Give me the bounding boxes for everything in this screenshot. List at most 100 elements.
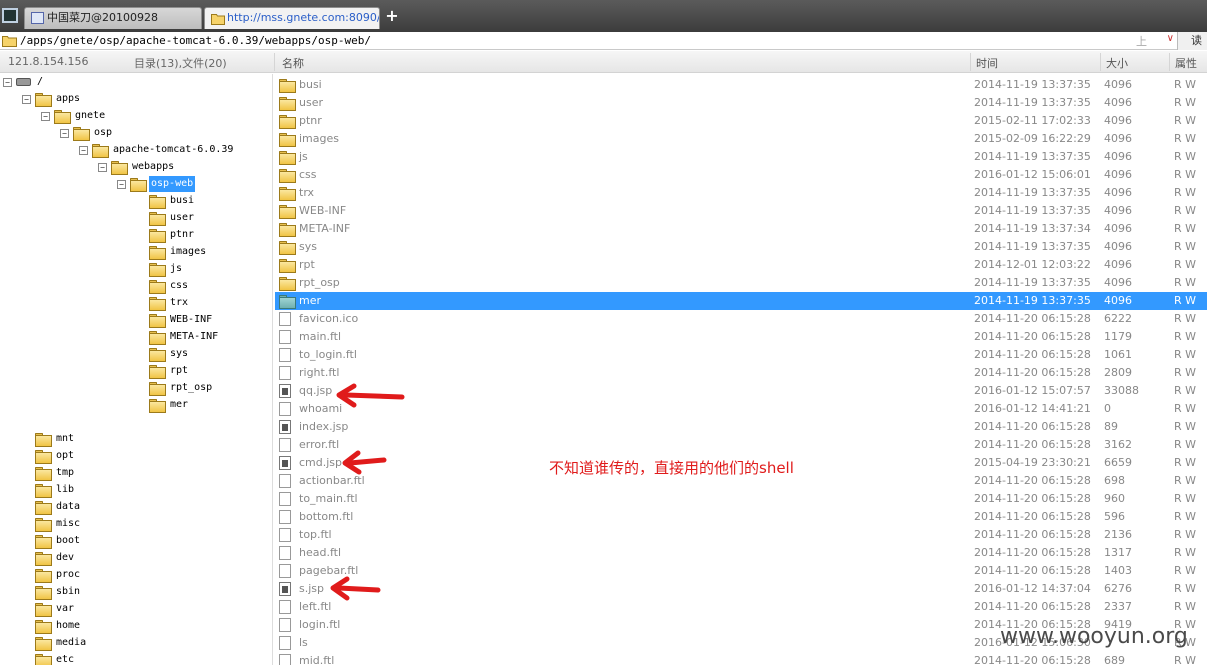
collapse-toggle-icon[interactable]: − <box>79 146 88 155</box>
tree-node-label[interactable]: osp <box>92 125 114 141</box>
column-divider[interactable] <box>970 53 971 71</box>
new-tab-button[interactable]: + <box>384 7 400 25</box>
tree-node-label[interactable]: WEB-INF <box>168 312 214 328</box>
file-time: 2014-11-19 13:37:35 <box>974 276 1091 289</box>
file-row[interactable]: head.ftl 2014-11-20 06:15:28 1317 R W <box>275 544 1207 562</box>
dropdown-button[interactable]: ∨ <box>1167 33 1174 44</box>
file-attributes: R W <box>1174 546 1197 559</box>
file-row[interactable]: busi 2014-11-19 13:37:35 4096 R W <box>275 76 1207 94</box>
watermark: www.wooyun.org <box>1000 624 1188 649</box>
read-button[interactable]: 读耳 <box>1177 32 1207 65</box>
file-row[interactable]: left.ftl 2014-11-20 06:15:28 2337 R W <box>275 598 1207 616</box>
tree-node-label[interactable]: busi <box>168 193 196 209</box>
column-divider[interactable] <box>1100 53 1101 71</box>
file-row[interactable]: top.ftl 2014-11-20 06:15:28 2136 R W <box>275 526 1207 544</box>
tree-node-label[interactable]: apps <box>54 91 82 107</box>
tree-node-label[interactable]: webapps <box>130 159 176 175</box>
file-row[interactable]: qq.jsp 2016-01-12 15:07:57 33088 R W <box>275 382 1207 400</box>
file-row[interactable]: user 2014-11-19 13:37:35 4096 R W <box>275 94 1207 112</box>
file-row[interactable]: trx 2014-11-19 13:37:35 4096 R W <box>275 184 1207 202</box>
file-row[interactable]: sys 2014-11-19 13:37:35 4096 R W <box>275 238 1207 256</box>
folder-icon <box>2 35 17 50</box>
tree-node-label[interactable]: / <box>35 74 45 90</box>
file-row[interactable]: js 2014-11-19 13:37:35 4096 R W <box>275 148 1207 166</box>
file-row[interactable]: rpt 2014-12-01 12:03:22 4096 R W <box>275 256 1207 274</box>
app-window-icon[interactable] <box>2 8 18 23</box>
tree-node-label[interactable]: proc <box>54 567 82 583</box>
file-row[interactable]: css 2016-01-12 15:06:01 4096 R W <box>275 166 1207 184</box>
file-icon <box>279 546 291 560</box>
file-row[interactable]: main.ftl 2014-11-20 06:15:28 1179 R W <box>275 328 1207 346</box>
file-row[interactable]: error.ftl 2014-11-20 06:15:28 3162 R W <box>275 436 1207 454</box>
tree-node-label[interactable]: opt <box>54 448 76 464</box>
file-row[interactable]: to_main.ftl 2014-11-20 06:15:28 960 R W <box>275 490 1207 508</box>
tree-node-label[interactable]: boot <box>54 533 82 549</box>
tree-node-label[interactable]: sys <box>168 346 190 362</box>
collapse-toggle-icon[interactable]: − <box>60 129 69 138</box>
file-row[interactable]: index.jsp 2014-11-20 06:15:28 89 R W <box>275 418 1207 436</box>
file-row[interactable]: bottom.ftl 2014-11-20 06:15:28 596 R W <box>275 508 1207 526</box>
file-row[interactable]: WEB-INF 2014-11-19 13:37:35 4096 R W <box>275 202 1207 220</box>
file-attributes: R W <box>1174 132 1197 145</box>
file-attributes: R W <box>1174 456 1197 469</box>
file-attributes: R W <box>1174 312 1197 325</box>
file-time: 2014-11-20 06:15:28 <box>974 564 1091 577</box>
tab-url[interactable]: http://mss.gnete.com:8090/c... <box>204 7 380 29</box>
file-row[interactable]: to_login.ftl 2014-11-20 06:15:28 1061 R W <box>275 346 1207 364</box>
collapse-toggle-icon[interactable]: − <box>98 163 107 172</box>
tree-node-label[interactable]: ptnr <box>168 227 196 243</box>
column-divider[interactable] <box>274 53 275 71</box>
file-row[interactable]: images 2015-02-09 16:22:29 4096 R W <box>275 130 1207 148</box>
path-input[interactable]: /apps/gnete/osp/apache-tomcat-6.0.39/web… <box>20 33 371 49</box>
collapse-toggle-icon[interactable]: − <box>3 78 12 87</box>
file-row[interactable]: pagebar.ftl 2014-11-20 06:15:28 1403 R W <box>275 562 1207 580</box>
column-header-time[interactable]: 时间 <box>976 55 998 71</box>
tree-node-label[interactable]: lib <box>54 482 76 498</box>
column-header-attributes[interactable]: 属性 <box>1175 55 1197 71</box>
file-time: 2014-11-20 06:15:28 <box>974 420 1091 433</box>
tree-node-label[interactable]: data <box>54 499 82 515</box>
tree-node-label[interactable]: home <box>54 618 82 634</box>
collapse-toggle-icon[interactable]: − <box>117 180 126 189</box>
file-row[interactable]: mid.ftl 2014-11-20 06:15:28 689 R W <box>275 652 1207 665</box>
tree-node-label[interactable]: var <box>54 601 76 617</box>
tree-node-label[interactable]: META-INF <box>168 329 220 345</box>
collapse-toggle-icon[interactable]: − <box>41 112 50 121</box>
column-divider[interactable] <box>1169 53 1170 71</box>
file-row[interactable]: s.jsp 2016-01-12 14:37:04 6276 R W <box>275 580 1207 598</box>
column-header-name[interactable]: 名称 <box>282 55 304 71</box>
tree-node-label[interactable]: user <box>168 210 196 226</box>
file-row[interactable]: mer 2014-11-19 13:37:35 4096 R W <box>275 292 1207 310</box>
tree-node-label[interactable]: trx <box>168 295 190 311</box>
tree-node-label[interactable]: rpt <box>168 363 190 379</box>
file-name: error.ftl <box>299 438 340 451</box>
tree-node-label[interactable]: misc <box>54 516 82 532</box>
tab-chopper[interactable]: 中国菜刀@20100928 <box>24 7 202 29</box>
file-list[interactable]: busi 2014-11-19 13:37:35 4096 R W user 2014-1… <box>275 74 1207 665</box>
tree-node-label[interactable]: gnete <box>73 108 107 124</box>
file-row[interactable]: right.ftl 2014-11-20 06:15:28 2809 R W <box>275 364 1207 382</box>
tree-node-label[interactable]: css <box>168 278 190 294</box>
tree-node-label[interactable]: sbin <box>54 584 82 600</box>
column-header-size[interactable]: 大小 <box>1106 55 1128 71</box>
tree-node-label[interactable]: mer <box>168 397 190 413</box>
file-time: 2015-02-11 17:02:33 <box>974 114 1091 127</box>
directory-tree[interactable]: − / − apps − gnete − osp − apache-tomcat-6.0.39− w… <box>0 74 273 665</box>
file-row[interactable]: favicon.ico 2014-11-20 06:15:28 6222 R W <box>275 310 1207 328</box>
tree-node-label[interactable]: osp-web <box>149 176 196 192</box>
file-row[interactable]: whoami 2016-01-12 14:41:21 0 R W <box>275 400 1207 418</box>
tree-node-label[interactable]: media <box>54 635 88 651</box>
tree-node-label[interactable]: tmp <box>54 465 76 481</box>
file-row[interactable]: META-INF 2014-11-19 13:37:34 4096 R W <box>275 220 1207 238</box>
file-row[interactable]: ptnr 2015-02-11 17:02:33 4096 R W <box>275 112 1207 130</box>
tree-node-label[interactable]: mnt <box>54 431 76 447</box>
collapse-toggle-icon[interactable]: − <box>22 95 31 104</box>
tree-node-label[interactable]: js <box>168 261 184 277</box>
tree-node-label[interactable]: images <box>168 244 208 260</box>
tree-node-label[interactable]: rpt_osp <box>168 380 214 396</box>
tree-node-label[interactable]: etc <box>54 652 76 665</box>
tree-node-label[interactable]: dev <box>54 550 76 566</box>
file-row[interactable]: rpt_osp 2014-11-19 13:37:35 4096 R W <box>275 274 1207 292</box>
tree-node-label[interactable]: apache-tomcat-6.0.39 <box>111 142 235 158</box>
up-button[interactable]: 上 <box>1136 35 1147 48</box>
